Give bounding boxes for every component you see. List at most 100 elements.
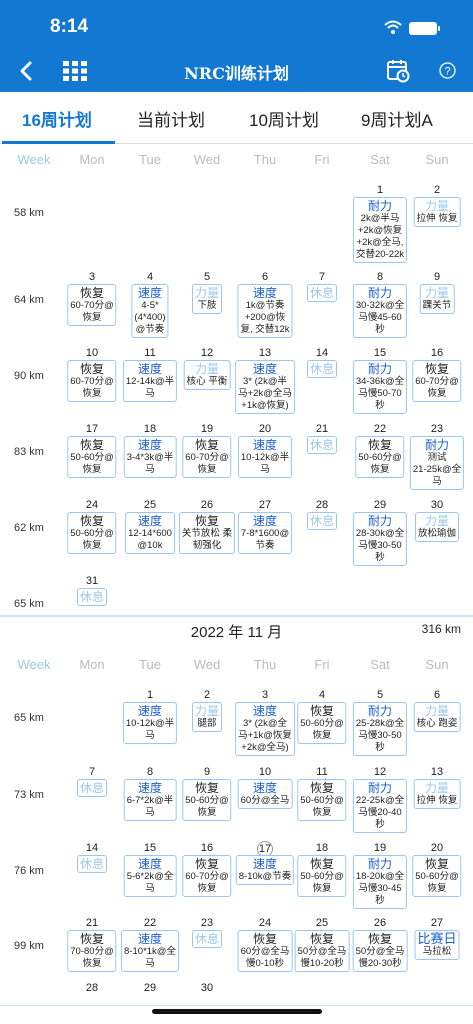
calendar-day[interactable]: 24 恢复 50-60分@ 恢复 <box>64 498 120 554</box>
calendar-day[interactable]: 17 恢复 50-60分@ 恢复 <box>64 422 120 478</box>
calendar-day[interactable]: 5 力量 下肢 <box>179 270 235 314</box>
workout-card-strength[interactable]: 力量 拉伸 恢复 <box>413 779 461 809</box>
workout-card-rest[interactable]: 休息 <box>306 284 338 302</box>
calendar-day[interactable]: 24 恢复 60分@全马 慢0-10秒 <box>237 916 293 972</box>
tab-9-week-a[interactable]: 9周计划A <box>361 106 433 131</box>
calendar-day[interactable]: 9 力量 踝关节 <box>409 270 465 314</box>
workout-card-rest[interactable]: 休息 <box>306 360 338 378</box>
workout-card-rest[interactable]: 休息 <box>306 436 338 454</box>
calendar-day[interactable]: 13 力量 拉伸 恢复 <box>409 765 465 809</box>
calendar-day[interactable]: 29 耐力 28-30k@全 马慢30-50 秒 <box>352 498 408 566</box>
workout-card-strength[interactable]: 力量 核心 跑姿 <box>413 702 461 732</box>
workout-card-recovery[interactable]: 恢复 60-70分@ 恢复 <box>67 284 117 326</box>
workout-card-recovery[interactable]: 恢复 60-70分@ 恢复 <box>182 855 232 897</box>
tab-current[interactable]: 当前计划 <box>137 106 205 131</box>
calendar-day[interactable]: 28 <box>64 981 120 995</box>
workout-card-strength[interactable]: 力量 放松瑜伽 <box>414 512 460 542</box>
calendar-day[interactable]: 17 速度 8-10k@节奏 <box>235 841 295 885</box>
workout-card-strength[interactable]: 力量 腿部 <box>191 702 223 732</box>
workout-card-recovery[interactable]: 恢复 50-60分@ 恢复 <box>412 855 462 897</box>
workout-card-rest[interactable]: 休息 <box>191 930 223 948</box>
calendar-day[interactable]: 15 耐力 34-36k@全 马慢50-70 秒 <box>352 346 408 414</box>
calendar-day[interactable]: 14 休息 <box>294 346 350 378</box>
workout-card-recovery[interactable]: 恢复 60分@全马 慢0-10秒 <box>237 930 293 972</box>
workout-card-recovery[interactable]: 恢复 50-60分@ 恢复 <box>297 855 347 897</box>
calendar-day[interactable]: 5 耐力 25-28k@全 马慢30-50 秒 <box>352 688 408 756</box>
workout-card-speed[interactable]: 速度 12-14k@半马 <box>122 360 178 402</box>
workout-card-strength[interactable]: 力量 核心 平衡 <box>183 360 231 390</box>
calendar-day[interactable]: 26 恢复 50分@全马 慢20-30秒 <box>352 916 408 972</box>
workout-card-recovery[interactable]: 恢复 50分@全马 慢20-30秒 <box>352 930 408 972</box>
workout-card-speed[interactable]: 速度 3-4*3k@半马 <box>123 436 177 478</box>
workout-card-endur[interactable]: 耐力 28-30k@全 马慢30-50 秒 <box>352 512 408 566</box>
calendar-clock-icon[interactable] <box>386 59 410 83</box>
workout-card-recovery[interactable]: 恢复 50分@全马 慢10-20秒 <box>294 930 350 972</box>
workout-card-rest[interactable]: 休息 <box>76 588 108 606</box>
calendar-day[interactable]: 8 耐力 30-32k@全 马慢45-60 秒 <box>352 270 408 338</box>
workout-card-race[interactable]: 比赛日 马拉松 <box>414 930 460 960</box>
calendar-day[interactable]: 6 力量 核心 跑姿 <box>409 688 465 732</box>
calendar-day[interactable]: 3 恢复 60-70分@ 恢复 <box>64 270 120 326</box>
calendar-day[interactable]: 26 恢复 关节放松 柔韧强化 <box>178 498 236 554</box>
workout-card-speed[interactable]: 速度 12-14*600 @10k <box>125 512 175 554</box>
calendar-day[interactable]: 20 恢复 50-60分@ 恢复 <box>409 841 465 897</box>
calendar-day[interactable]: 19 恢复 60-70分@ 恢复 <box>179 422 235 478</box>
calendar-day[interactable]: 3 速度 3* (2k@全 马+1k@恢复 +2k@全马) <box>235 688 295 756</box>
workout-card-recovery[interactable]: 恢复 关节放松 柔韧强化 <box>178 512 236 554</box>
calendar-day[interactable]: 6 速度 1k@节奏 +200@恢 复, 交替12k <box>237 270 293 338</box>
calendar-day[interactable]: 25 恢复 50分@全马 慢10-20秒 <box>294 916 350 972</box>
calendar-day[interactable]: 31 休息 <box>64 574 120 606</box>
calendar-day[interactable]: 16 恢复 60-70分@ 恢复 <box>409 346 465 402</box>
calendar-day[interactable]: 15 速度 5-6*2k@全马 <box>122 841 178 897</box>
calendar-day[interactable]: 18 速度 3-4*3k@半马 <box>122 422 178 478</box>
calendar-day[interactable]: 10 速度 60分@全马 <box>237 765 293 809</box>
help-icon[interactable]: ? <box>439 62 456 79</box>
workout-card-speed[interactable]: 速度 3* (2k@全 马+1k@恢复 +2k@全马) <box>235 702 295 756</box>
calendar-day[interactable]: 11 恢复 50-60分@ 恢复 <box>294 765 350 821</box>
calendar-day[interactable]: 23 耐力 测试 21-25k@全马 <box>409 422 465 490</box>
calendar-day[interactable]: 14 休息 <box>64 841 120 873</box>
calendar-day[interactable]: 22 恢复 50-60分@ 恢复 <box>352 422 408 478</box>
calendar-day[interactable]: 2 力量 拉伸 恢复 <box>409 183 465 227</box>
tab-16-week[interactable]: 16周计划 <box>22 106 92 131</box>
calendar-day[interactable]: 1 耐力 2k@半马 +2k@恢复 +2k@全马, 交替20-22k <box>352 183 408 263</box>
calendar-day[interactable]: 28 休息 <box>294 498 350 530</box>
workout-card-endur[interactable]: 耐力 30-32k@全 马慢45-60 秒 <box>352 284 408 338</box>
workout-card-speed[interactable]: 速度 3* (2k@半 马+2k@全马 +1k@恢复) <box>235 360 295 414</box>
calendar-day[interactable]: 29 <box>122 981 178 995</box>
workout-card-speed[interactable]: 速度 6-7*2k@半马 <box>123 779 177 821</box>
workout-card-recovery[interactable]: 恢复 50-60分@ 恢复 <box>67 512 117 554</box>
workout-card-recovery[interactable]: 恢复 50-60分@ 恢复 <box>297 779 347 821</box>
workout-card-recovery[interactable]: 恢复 50-60分@ 恢复 <box>67 436 117 478</box>
workout-card-endur[interactable]: 耐力 25-28k@全 马慢30-50 秒 <box>352 702 408 756</box>
calendar-day[interactable]: 20 速度 10-12k@半马 <box>237 422 293 478</box>
calendar-day[interactable]: 30 力量 放松瑜伽 <box>409 498 465 542</box>
calendar-day[interactable]: 2 力量 腿部 <box>179 688 235 732</box>
calendar-day[interactable]: 25 速度 12-14*600 @10k <box>122 498 178 554</box>
calendar-day[interactable]: 23 休息 <box>179 916 235 948</box>
workout-card-speed[interactable]: 速度 10-12k@半马 <box>122 702 178 744</box>
calendar-day[interactable]: 4 恢复 50-60分@ 恢复 <box>294 688 350 744</box>
calendar-day[interactable]: 11 速度 12-14k@半马 <box>122 346 178 402</box>
workout-card-recovery[interactable]: 恢复 70-80分@ 恢复 <box>67 930 117 972</box>
calendar-day[interactable]: 9 恢复 50-60分@ 恢复 <box>179 765 235 821</box>
workout-card-speed[interactable]: 速度 4-5* (4*400) @节奏 <box>131 284 169 338</box>
workout-card-recovery[interactable]: 恢复 50-60分@ 恢复 <box>182 779 232 821</box>
calendar-day[interactable]: 8 速度 6-7*2k@半马 <box>122 765 178 821</box>
workout-card-recovery[interactable]: 恢复 50-60分@ 恢复 <box>297 702 347 744</box>
calendar-day[interactable]: 4 速度 4-5* (4*400) @节奏 <box>122 270 178 338</box>
calendar-day[interactable]: 21 恢复 70-80分@ 恢复 <box>64 916 120 972</box>
calendar-day[interactable]: 18 恢复 50-60分@ 恢复 <box>294 841 350 897</box>
workout-card-endur[interactable]: 耐力 22-25k@全 马慢20-40 秒 <box>352 779 408 833</box>
calendar-day[interactable]: 27 速度 7-8*1600@ 节奏 <box>237 498 293 554</box>
calendar-day[interactable]: 1 速度 10-12k@半马 <box>122 688 178 744</box>
workout-card-strength[interactable]: 力量 下肢 <box>191 284 223 314</box>
workout-card-endur[interactable]: 耐力 测试 21-25k@全马 <box>409 436 465 490</box>
calendar-day[interactable]: 22 速度 8-10*1k@全马 <box>121 916 179 972</box>
workout-card-recovery[interactable]: 恢复 60-70分@ 恢复 <box>67 360 117 402</box>
workout-card-rest[interactable]: 休息 <box>306 512 338 530</box>
workout-card-recovery[interactable]: 恢复 60-70分@ 恢复 <box>412 360 462 402</box>
workout-card-rest[interactable]: 休息 <box>76 855 108 873</box>
workout-card-strength[interactable]: 力量 踝关节 <box>419 284 455 314</box>
calendar-day[interactable]: 16 恢复 60-70分@ 恢复 <box>179 841 235 897</box>
